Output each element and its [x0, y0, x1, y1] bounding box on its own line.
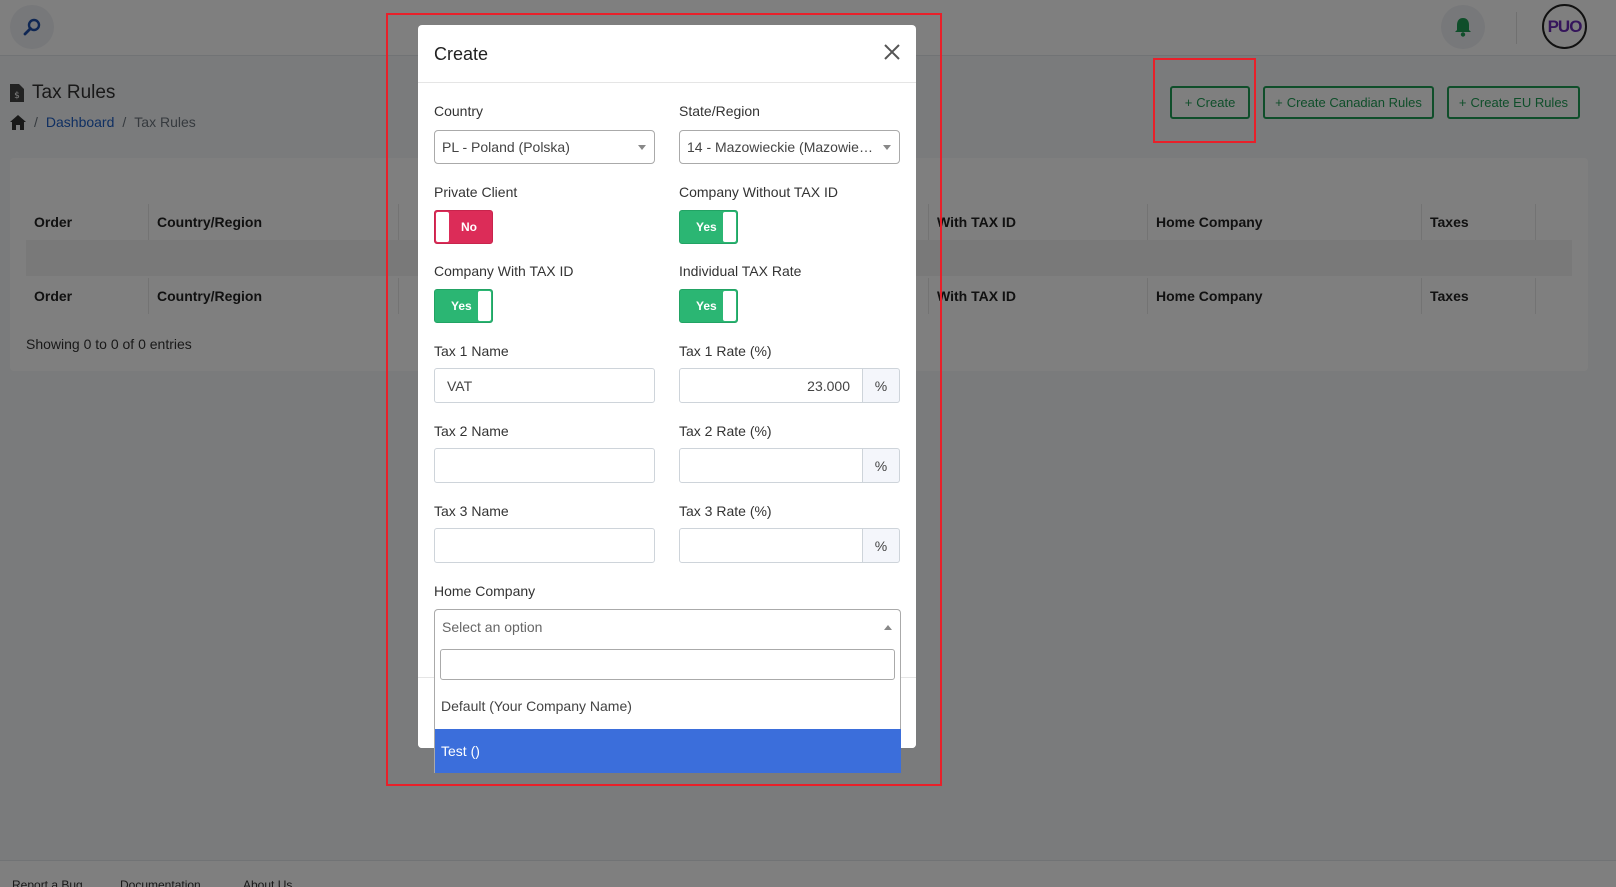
annotation-highlight-modal — [386, 13, 942, 786]
annotation-highlight-create — [1153, 58, 1256, 143]
